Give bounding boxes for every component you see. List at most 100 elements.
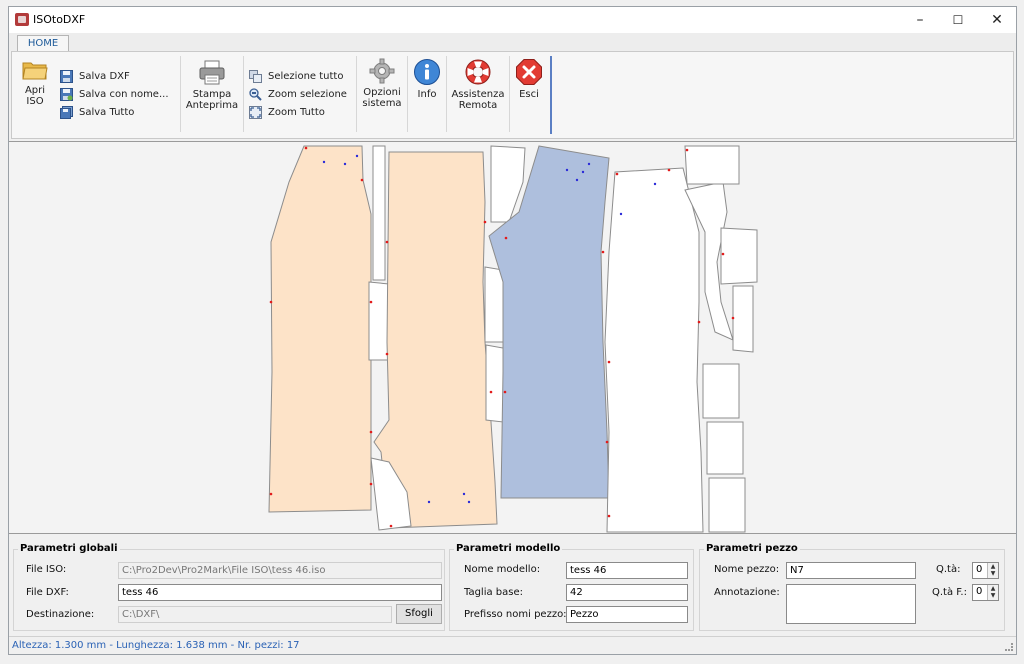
save-as-icon	[60, 88, 73, 101]
save-dxf-label: Salva DXF	[79, 71, 130, 82]
status-text: Altezza: 1.300 mm - Lunghezza: 1.638 mm …	[12, 640, 300, 651]
pattern-piece-small-10[interactable]	[708, 477, 746, 533]
quantity-value: 0	[976, 564, 983, 575]
file-dxf-label: File DXF:	[26, 587, 69, 598]
browse-button[interactable]: Sfogli	[396, 604, 442, 624]
pattern-piece-small-4[interactable]	[485, 344, 504, 423]
remote-assistance-button[interactable]: Assistenza Remota	[450, 58, 506, 111]
piece-parameters-group: Parametri pezzo Nome pezzo: N7 Annotazio…	[699, 543, 1005, 631]
status-bar: Altezza: 1.300 mm - Lunghezza: 1.638 mm …	[9, 636, 1016, 654]
system-options-button[interactable]: Opzioni sistema	[360, 58, 404, 109]
save-dxf-button[interactable]: Salva DXF	[60, 70, 130, 87]
global-parameters-title: Parametri globali	[18, 543, 120, 554]
info-button[interactable]: Info	[411, 58, 443, 100]
zoom-selection-button[interactable]: Zoom selezione	[249, 88, 347, 105]
piece-prefix-field[interactable]: Pezzo	[566, 606, 688, 623]
print-label-1: Stampa	[192, 89, 232, 100]
options-label-2: sistema	[362, 98, 402, 109]
options-label-1: Opzioni	[363, 87, 401, 98]
assistance-label-2: Remota	[458, 100, 498, 111]
base-size-field[interactable]: 42	[566, 584, 688, 601]
window-title: ISOtoDXF	[33, 13, 86, 26]
ribbon-separator	[356, 56, 357, 132]
spin-up-icon[interactable]: ▲	[988, 585, 998, 592]
select-all-label: Selezione tutto	[268, 71, 344, 82]
save-as-label: Salva con nome...	[79, 89, 169, 100]
spin-up-icon[interactable]: ▲	[988, 563, 998, 570]
ribbon-separator	[446, 56, 447, 132]
model-name-label: Nome modello:	[464, 564, 541, 575]
info-label: Info	[417, 89, 437, 100]
open-iso-button[interactable]: Apri ISO	[18, 58, 52, 107]
open-iso-label-2: ISO	[26, 96, 44, 107]
save-all-label: Salva Tutto	[79, 107, 135, 118]
quantity-f-stepper[interactable]: 0 ▲ ▼	[972, 584, 999, 601]
pattern-pieces-svg[interactable]	[9, 142, 1016, 535]
save-all-button[interactable]: Salva Tutto	[60, 106, 134, 123]
exit-button[interactable]: Esci	[513, 58, 545, 100]
quantity-stepper[interactable]: 0 ▲ ▼	[972, 562, 999, 579]
quantity-f-label: Q.tà F.:	[932, 587, 967, 598]
piece-name-label: Nome pezzo:	[714, 564, 780, 575]
pattern-piece-white-1[interactable]	[604, 167, 704, 533]
ribbon-separator	[509, 56, 510, 132]
piece-prefix-label: Prefisso nomi pezzo:	[464, 609, 567, 620]
pattern-piece-small-5[interactable]	[684, 145, 740, 185]
destination-field[interactable]: C:\DXF\	[118, 606, 392, 623]
ribbon: Apri ISO Salva DXF Salva con nome... Sal…	[11, 51, 1014, 139]
pattern-piece-small-3[interactable]	[484, 266, 504, 343]
app-window: ISOtoDXF – ☐ ✕ HOME Apri ISO Salva DXF S…	[8, 6, 1017, 655]
ribbon-separator	[243, 56, 244, 132]
select-all-button[interactable]: Selezione tutto	[249, 70, 343, 87]
print-label-2: Anteprima	[185, 100, 239, 111]
close-button[interactable]: ✕	[978, 7, 1016, 33]
model-parameters-title: Parametri modello	[454, 543, 563, 554]
title-bar[interactable]: ISOtoDXF – ☐ ✕	[9, 7, 1016, 33]
exit-label: Esci	[519, 89, 539, 100]
pattern-piece-small-7[interactable]	[732, 285, 754, 353]
minimize-button[interactable]: –	[901, 7, 939, 33]
ribbon-separator	[180, 56, 181, 132]
pattern-piece-small-9[interactable]	[706, 421, 744, 475]
annotation-label: Annotazione:	[714, 587, 780, 598]
info-icon	[414, 59, 440, 85]
app-icon	[15, 13, 29, 26]
model-parameters-group: Parametri modello Nome modello: tess 46 …	[449, 543, 694, 631]
ribbon-tabstrip: HOME	[9, 33, 1016, 51]
resize-grip-icon[interactable]	[1005, 643, 1013, 651]
pattern-piece-small-8[interactable]	[702, 363, 740, 419]
assistance-label-1: Assistenza	[451, 89, 505, 100]
piece-name-field[interactable]: N7	[786, 562, 916, 579]
annotation-field[interactable]	[786, 584, 916, 624]
global-parameters-group: Parametri globali File ISO: C:\Pro2Dev\P…	[13, 543, 445, 631]
maximize-button[interactable]: ☐	[939, 7, 977, 33]
quantity-f-value: 0	[976, 586, 983, 597]
save-as-button[interactable]: Salva con nome...	[60, 88, 169, 105]
pattern-piece-orange-1[interactable]	[268, 145, 372, 513]
base-size-label: Taglia base:	[464, 587, 523, 598]
quantity-arrows[interactable]: ▲ ▼	[987, 563, 998, 578]
spin-down-icon[interactable]: ▼	[988, 592, 998, 599]
save-all-icon	[60, 106, 73, 119]
piece-parameters-title: Parametri pezzo	[704, 543, 800, 554]
pattern-piece-small-6[interactable]	[720, 227, 758, 285]
file-dxf-field[interactable]: tess 46	[118, 584, 442, 601]
destination-label: Destinazione:	[26, 609, 95, 620]
file-iso-field[interactable]: C:\Pro2Dev\Pro2Mark\File ISO\tess 46.iso	[118, 562, 442, 579]
tab-home[interactable]: HOME	[17, 35, 69, 51]
model-name-field[interactable]: tess 46	[566, 562, 688, 579]
quantity-label: Q.tà:	[936, 564, 961, 575]
quantity-f-arrows[interactable]: ▲ ▼	[987, 585, 998, 600]
ribbon-end-marker	[550, 56, 552, 134]
print-preview-button[interactable]: Stampa Anteprima	[184, 60, 240, 111]
open-iso-label-1: Apri	[24, 85, 46, 96]
pattern-canvas[interactable]	[9, 141, 1016, 534]
zoom-selection-label: Zoom selezione	[268, 89, 347, 100]
printer-icon	[199, 60, 225, 85]
zoom-selection-icon	[249, 88, 262, 101]
pattern-piece-strip-1[interactable]	[372, 145, 386, 281]
exit-icon	[516, 59, 542, 85]
select-all-icon	[249, 70, 262, 83]
zoom-all-button[interactable]: Zoom Tutto	[249, 106, 325, 123]
spin-down-icon[interactable]: ▼	[988, 570, 998, 577]
